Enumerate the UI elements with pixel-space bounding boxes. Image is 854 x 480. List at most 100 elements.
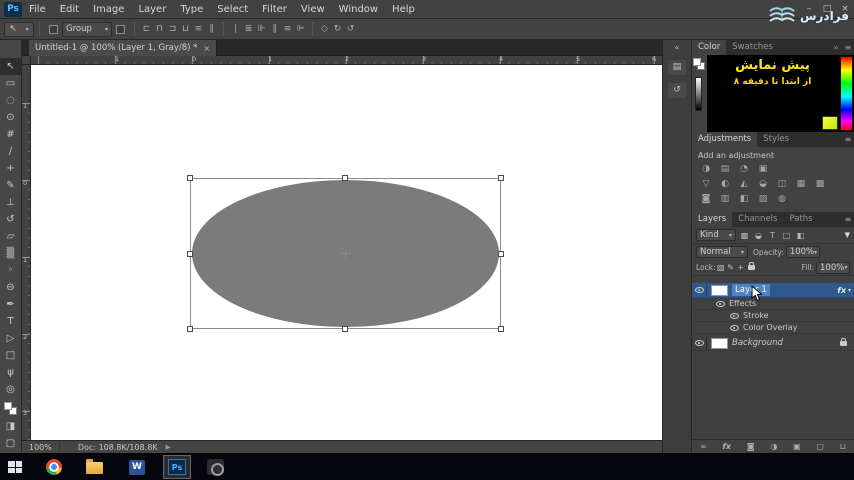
foreground-background-swatches[interactable] <box>693 58 706 71</box>
hand-tool[interactable]: ψ <box>0 364 21 381</box>
vibrance-adjustment-icon[interactable]: ▽ <box>699 177 713 192</box>
collapse-panels-icon[interactable]: » <box>830 40 842 55</box>
menu-type[interactable]: Type <box>173 0 210 19</box>
start-button[interactable] <box>8 461 22 473</box>
type-tool[interactable]: T <box>0 313 21 330</box>
delete-layer-icon[interactable]: ⊔ <box>840 442 846 451</box>
dodge-tool[interactable]: ⊖ <box>0 279 21 296</box>
tab-paths[interactable]: Paths <box>783 212 818 227</box>
foreground-color-swatch[interactable] <box>4 402 12 410</box>
quick-mask-button[interactable]: ◨ <box>0 418 21 435</box>
tab-layers[interactable]: Layers <box>692 212 733 227</box>
media-player-taskbar-icon[interactable] <box>207 459 224 476</box>
align-left-edges-icon[interactable]: ⊏ <box>140 24 153 34</box>
align-vertical-centers-icon[interactable]: ≡ <box>192 24 205 34</box>
transform-handle[interactable] <box>187 175 193 181</box>
hue-saturation-adjustment-icon[interactable]: ◐ <box>718 177 732 192</box>
fx-badge[interactable]: fx <box>837 286 846 295</box>
menu-help[interactable]: Help <box>385 0 422 19</box>
history-panel-icon[interactable]: ▤ <box>668 60 686 75</box>
gradient-map-adjustment-icon[interactable]: ▨ <box>756 192 770 207</box>
menu-layer[interactable]: Layer <box>131 0 173 19</box>
photoshop-app-icon[interactable]: Ps <box>4 1 22 17</box>
filter-toggle-icon[interactable]: ▼ <box>845 231 850 239</box>
filter-shape-layers-icon[interactable]: □ <box>781 231 792 240</box>
transform-handle[interactable] <box>498 326 504 332</box>
file-explorer-taskbar-icon[interactable] <box>86 459 103 474</box>
align-right-edges-icon[interactable]: ⊐ <box>166 24 179 34</box>
filter-kind-dropdown[interactable]: Kind ▾ <box>696 229 736 241</box>
quick-selection-tool[interactable]: ⊙ <box>0 109 21 126</box>
panel-menu-icon[interactable]: ≡ <box>842 132 854 147</box>
distribute-right-edges-icon[interactable]: ⊫ <box>294 24 307 34</box>
transform-handle[interactable] <box>342 175 348 181</box>
transform-handle[interactable] <box>187 326 193 332</box>
document-canvas[interactable] <box>31 65 662 440</box>
3d-pan-icon[interactable]: ↺ <box>344 24 357 34</box>
layer-row-effects[interactable]: Effects <box>692 298 854 310</box>
visibility-toggle[interactable] <box>692 336 707 350</box>
auto-select-checkbox[interactable] <box>49 24 58 34</box>
curves-adjustment-icon[interactable]: ◔ <box>737 162 751 177</box>
menu-window[interactable]: Window <box>332 0 385 19</box>
lasso-tool[interactable]: ◌ <box>0 92 21 109</box>
distribute-top-edges-icon[interactable]: ∣ <box>229 24 242 34</box>
color-lookup-adjustment-icon[interactable]: ▩ <box>813 177 827 192</box>
tab-adjustments[interactable]: Adjustments <box>692 132 758 147</box>
spot-healing-brush-tool[interactable]: + <box>0 160 21 177</box>
layer-row-color-overlay[interactable]: Color Overlay <box>692 322 854 334</box>
document-tab[interactable]: Untitled-1 @ 100% (Layer 1, Gray/8) * × <box>29 40 218 56</box>
menu-file[interactable]: File <box>22 0 53 19</box>
photoshop-taskbar-active-slot[interactable]: Ps <box>163 455 191 479</box>
tab-color[interactable]: Color <box>692 40 727 55</box>
zoom-tool[interactable]: ◎ <box>0 381 21 398</box>
word-taskbar-icon[interactable]: W <box>129 459 145 475</box>
distribute-vertical-centers-icon[interactable]: ≣ <box>242 24 255 34</box>
layer-row-background[interactable]: Background <box>692 336 854 351</box>
close-tab-icon[interactable]: × <box>203 44 210 53</box>
show-transform-controls-checkbox[interactable] <box>116 24 125 34</box>
add-layer-style-icon[interactable]: fx <box>722 442 731 451</box>
lock-position-icon[interactable]: + <box>736 263 746 272</box>
filter-adjustment-layers-icon[interactable]: ◒ <box>753 231 764 240</box>
path-selection-tool[interactable]: ▷ <box>0 330 21 347</box>
visibility-toggle[interactable] <box>714 298 726 309</box>
levels-adjustment-icon[interactable]: ▤ <box>718 162 732 177</box>
tab-styles[interactable]: Styles <box>757 132 795 147</box>
screen-mode-button[interactable]: ▢ <box>0 435 21 452</box>
black-white-adjustment-icon[interactable]: ◒ <box>756 177 770 192</box>
lock-transparency-icon[interactable]: ▨ <box>716 263 726 272</box>
brightness-contrast-adjustment-icon[interactable]: ◑ <box>699 162 713 177</box>
new-adjustment-layer-icon[interactable]: ◑ <box>770 442 777 451</box>
auto-select-dropdown[interactable]: Group ▾ <box>62 21 112 37</box>
3d-rotate-icon[interactable]: ◇ <box>318 24 331 34</box>
tab-swatches[interactable]: Swatches <box>726 40 779 55</box>
transform-handle[interactable] <box>498 251 504 257</box>
chevron-down-icon[interactable]: ▾ <box>848 287 851 294</box>
3d-roll-icon[interactable]: ↻ <box>331 24 344 34</box>
menu-view[interactable]: View <box>294 0 332 19</box>
photo-filter-adjustment-icon[interactable]: ◫ <box>775 177 789 192</box>
invert-adjustment-icon[interactable]: ◙ <box>699 192 713 207</box>
eraser-tool[interactable]: ▱ <box>0 228 21 245</box>
eyedropper-tool[interactable]: ∕ <box>0 143 21 160</box>
move-tool[interactable]: ↖ <box>0 58 21 75</box>
pen-tool[interactable]: ✒ <box>0 296 21 313</box>
blur-tool[interactable]: ◦ <box>0 262 21 279</box>
gradient-tool[interactable]: ▒ <box>0 245 21 262</box>
new-layer-icon[interactable]: ▢ <box>816 442 824 451</box>
foreground-background-colors[interactable] <box>0 400 22 418</box>
blend-mode-dropdown[interactable]: Normal ▾ <box>696 246 748 258</box>
layer-thumbnail[interactable] <box>711 337 728 349</box>
layer-row-layer1[interactable]: Layer 1 fx ▾ <box>692 283 854 298</box>
layer-row-stroke[interactable]: Stroke <box>692 310 854 322</box>
menu-edit[interactable]: Edit <box>53 0 86 19</box>
opacity-dropdown[interactable]: 100% ▾ <box>785 246 820 258</box>
panel-menu-icon[interactable]: ≡ <box>842 40 854 55</box>
fill-dropdown[interactable]: 100% ▾ <box>816 261 850 274</box>
visibility-toggle[interactable] <box>728 310 740 321</box>
align-bottom-edges-icon[interactable]: ∥ <box>205 24 218 34</box>
filter-type-layers-icon[interactable]: T <box>767 231 778 240</box>
tool-preset-dropdown[interactable]: ↖ ▾ <box>4 21 34 37</box>
distribute-left-edges-icon[interactable]: ∥ <box>268 24 281 34</box>
